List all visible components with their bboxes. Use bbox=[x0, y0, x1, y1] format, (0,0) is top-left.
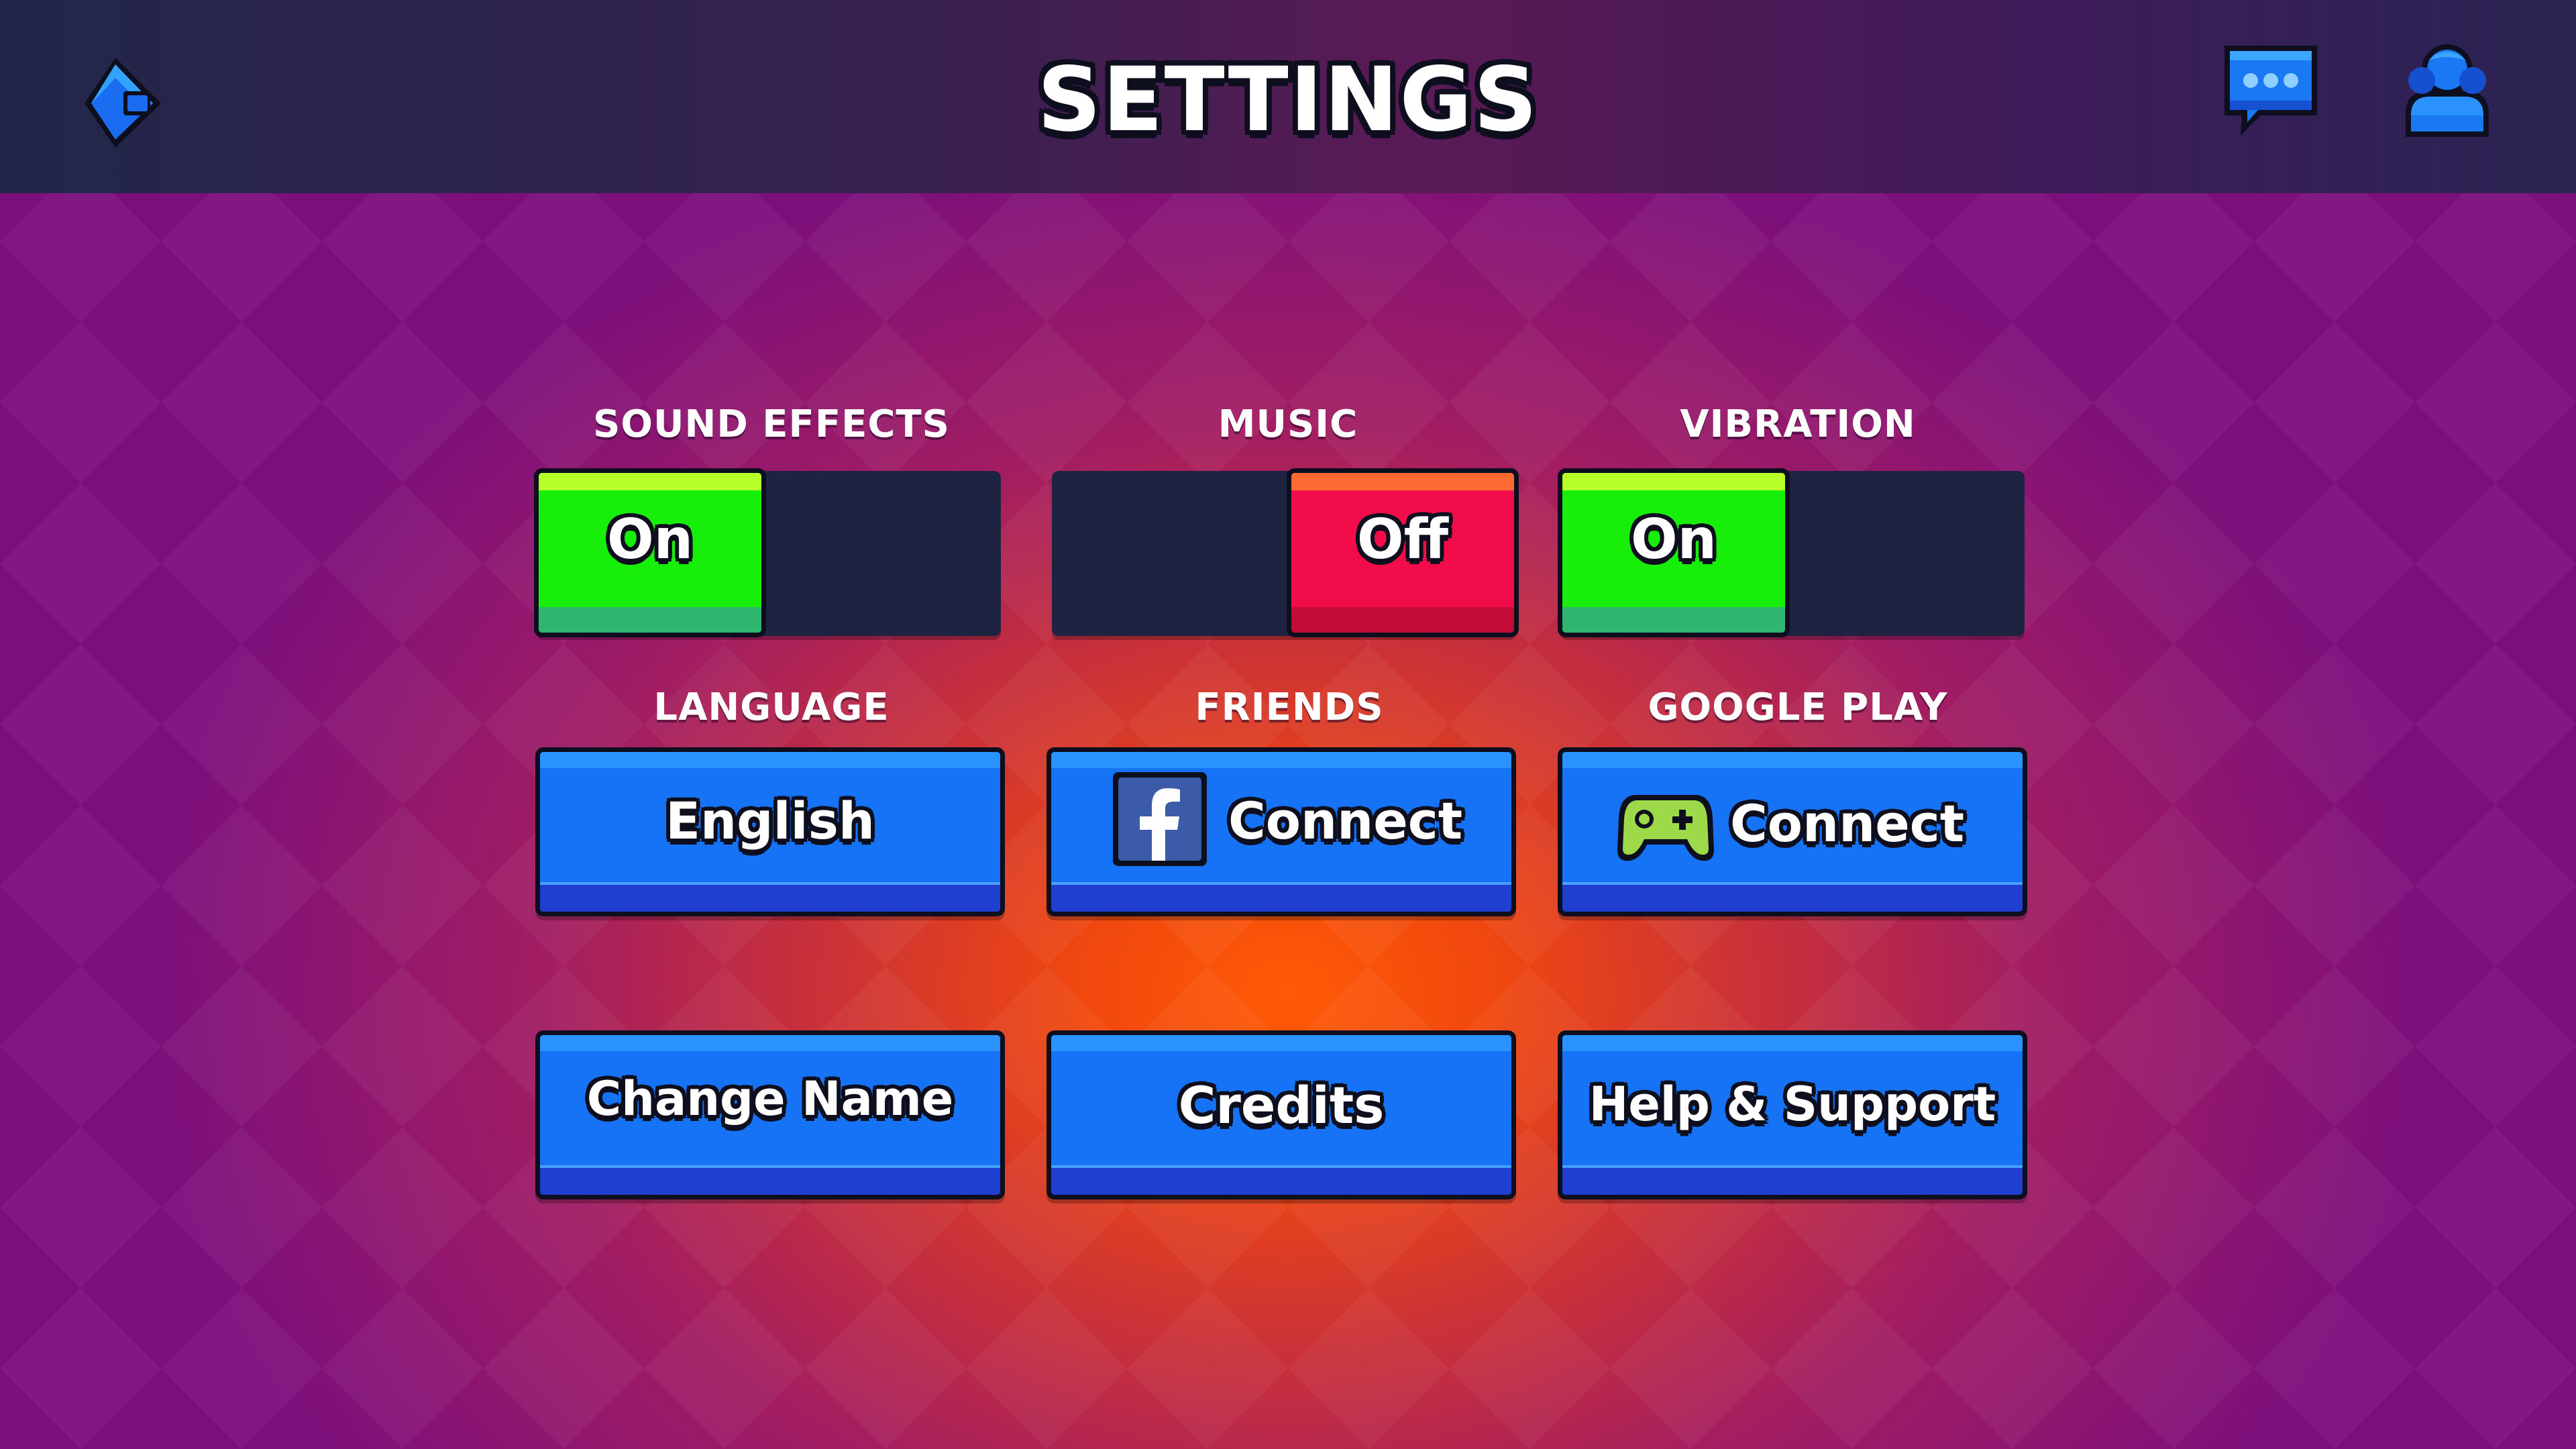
chat-bubble-icon bbox=[2224, 46, 2317, 136]
back-arrow-icon bbox=[85, 58, 161, 148]
gamepad-icon bbox=[1617, 795, 1714, 861]
vibration-label: VIBRATION bbox=[1680, 402, 1916, 446]
toggle-state-text: On bbox=[606, 508, 694, 572]
google-play-connect-label: Connect bbox=[1730, 794, 1965, 853]
facebook-icon bbox=[1113, 772, 1207, 866]
music-toggle[interactable]: Off bbox=[1052, 468, 1519, 637]
help-support-label: Help & Support bbox=[1589, 1077, 1996, 1132]
friends-icon bbox=[2406, 44, 2489, 137]
settings-screen: SETTINGS SOUND EFFECTS MUSIC VIBRATION O… bbox=[0, 0, 2576, 1449]
change-name-button[interactable]: Change Name bbox=[535, 1030, 1005, 1199]
change-name-label: Change Name bbox=[586, 1071, 954, 1126]
toggle-state-text: Off bbox=[1356, 508, 1449, 572]
toggle-knob: On bbox=[1558, 468, 1790, 637]
facebook-connect-label: Connect bbox=[1228, 791, 1463, 851]
sound-effects-label: SOUND EFFECTS bbox=[593, 402, 950, 446]
sound-effects-toggle[interactable]: On bbox=[534, 468, 1001, 637]
language-button-label: English bbox=[665, 791, 875, 851]
chat-button[interactable] bbox=[2220, 42, 2321, 141]
back-button[interactable] bbox=[79, 55, 165, 149]
google-play-connect-button[interactable]: Connect bbox=[1558, 747, 2027, 916]
page-title: SETTINGS bbox=[1037, 48, 1539, 152]
toggle-knob: Off bbox=[1287, 468, 1519, 637]
credits-label: Credits bbox=[1178, 1075, 1385, 1135]
vibration-toggle[interactable]: On bbox=[1558, 468, 2025, 637]
language-label: LANGUAGE bbox=[653, 686, 890, 729]
friends-label: FRIENDS bbox=[1195, 686, 1384, 729]
top-bar: SETTINGS bbox=[0, 0, 2576, 193]
credits-button[interactable]: Credits bbox=[1046, 1030, 1516, 1199]
toggle-state-text: On bbox=[1630, 508, 1717, 572]
help-support-button[interactable]: Help & Support bbox=[1558, 1030, 2027, 1199]
friends-button[interactable] bbox=[2402, 40, 2493, 141]
music-label: MUSIC bbox=[1218, 402, 1358, 446]
toggle-knob: On bbox=[534, 468, 766, 637]
facebook-connect-button[interactable]: Connect bbox=[1046, 747, 1516, 916]
language-button[interactable]: English bbox=[535, 747, 1005, 916]
google-play-label: GOOGLE PLAY bbox=[1648, 686, 1948, 729]
